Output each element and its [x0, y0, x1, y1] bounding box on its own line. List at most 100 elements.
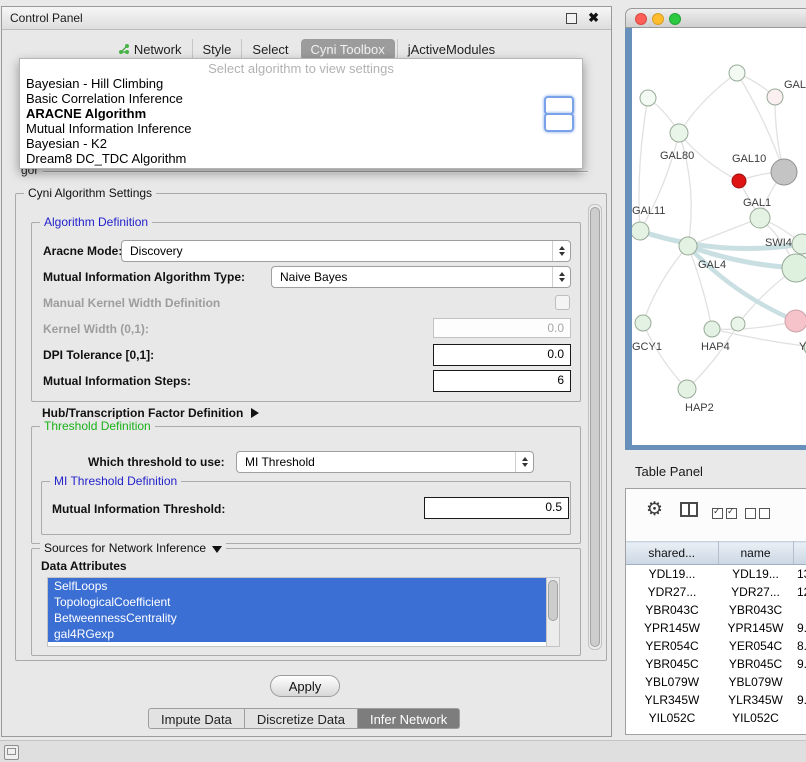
network-edge[interactable]: [688, 218, 760, 246]
network-node[interactable]: [678, 380, 696, 398]
tab-jactivemodules[interactable]: jActiveModules: [397, 39, 505, 60]
settings-scrollbar[interactable]: [588, 204, 602, 650]
table-row[interactable]: YBR045CYBR045C9.: [626, 655, 806, 673]
table-row[interactable]: YPR145WYPR145W9.: [626, 619, 806, 637]
network-edge[interactable]: [679, 73, 737, 133]
algorithm-dropdown-popup: Select algorithm to view settings Bayesi…: [19, 58, 583, 169]
table-cell: 9.: [793, 655, 806, 673]
dropdown-item[interactable]: Bayesian - Hill Climbing: [20, 76, 582, 91]
table-cell: YDR27...: [626, 583, 718, 601]
list-scrollbar[interactable]: [546, 578, 559, 646]
column-header-clipped[interactable]: [793, 542, 806, 565]
network-node[interactable]: [750, 208, 770, 228]
panel-title: Control Panel: [10, 7, 83, 29]
kernel-width-label: Kernel Width (0,1):: [43, 322, 149, 336]
panel-dock-icon[interactable]: [4, 745, 19, 760]
application-window: Control Panel ✖ Network Style Select Cyn…: [0, 0, 806, 762]
network-edge[interactable]: [688, 246, 796, 321]
network-node[interactable]: [632, 222, 649, 240]
tab-discretize-data[interactable]: Discretize Data: [245, 708, 358, 729]
threshold-definition-group: Threshold Definition Which threshold to …: [31, 426, 581, 544]
tab-cyni-toolbox[interactable]: Cyni Toolbox: [301, 39, 395, 60]
network-node-label: GAL11: [632, 205, 665, 217]
manual-kernel-checkbox[interactable]: [555, 295, 570, 310]
network-canvas[interactable]: GAL7GAL80GAL10GAL1GAL11SWI4GAL4GCY1HAP4H…: [632, 28, 806, 445]
select-all-icon[interactable]: [712, 506, 740, 524]
attribute-item-selected[interactable]: BetweennessCentrality: [48, 610, 547, 626]
network-node[interactable]: [729, 65, 745, 81]
close-traffic-light-icon[interactable]: [635, 13, 647, 25]
network-node[interactable]: [704, 321, 720, 337]
table-row[interactable]: YER054CYER054C8.: [626, 637, 806, 655]
float-window-icon[interactable]: [566, 13, 577, 24]
close-icon[interactable]: ✖: [588, 7, 599, 29]
network-graph: GAL7GAL80GAL10GAL1GAL11SWI4GAL4GCY1HAP4H…: [632, 28, 806, 445]
network-node[interactable]: [731, 317, 745, 331]
sources-group-title[interactable]: Sources for Network Inference: [40, 541, 226, 555]
which-threshold-select[interactable]: MI Threshold: [236, 451, 534, 473]
network-node[interactable]: [767, 89, 783, 105]
dropdown-item[interactable]: Bayesian - K2: [20, 136, 582, 151]
dropdown-item[interactable]: Dream8 DC_TDC Algorithm: [20, 151, 582, 166]
scrollbar-thumb[interactable]: [590, 207, 600, 647]
zoom-traffic-light-icon[interactable]: [669, 13, 681, 25]
data-attributes-list: SelfLoops TopologicalCoefficient Between…: [47, 577, 560, 647]
network-node[interactable]: [771, 159, 797, 185]
column-header-name[interactable]: name: [718, 542, 793, 565]
mi-type-select[interactable]: Naive Bayes: [271, 266, 571, 288]
network-edge[interactable]: [643, 323, 687, 389]
apply-button[interactable]: Apply: [270, 675, 340, 697]
node-attribute-table: shared... name YDL19...YDL19...13YDR27..…: [626, 541, 806, 727]
attribute-item-selected[interactable]: gal4RGexp: [48, 626, 547, 642]
dpi-tolerance-field[interactable]: 0.0: [433, 344, 571, 366]
dropdown-placeholder: Select algorithm to view settings: [20, 61, 582, 76]
network-window-titlebar[interactable]: [625, 8, 806, 28]
obscured-combo-stepper[interactable]: [544, 96, 574, 129]
kernel-width-field[interactable]: 0.0: [433, 318, 571, 338]
table-cell: [793, 709, 806, 727]
network-node[interactable]: [635, 315, 651, 331]
mi-steps-field[interactable]: 6: [433, 370, 571, 392]
gear-icon[interactable]: ⚙: [646, 498, 663, 521]
dropdown-item-selected[interactable]: ARACNE Algorithm: [20, 106, 582, 121]
table-row[interactable]: YBR043CYBR043C: [626, 601, 806, 619]
table-cell: YIL052C: [626, 709, 718, 727]
tab-impute-data[interactable]: Impute Data: [148, 708, 245, 729]
table-row[interactable]: YLR345WYLR345W9.: [626, 691, 806, 709]
table-row[interactable]: YDR27...YDR27...12: [626, 583, 806, 601]
mi-threshold-field[interactable]: 0.5: [424, 497, 569, 519]
obscured-group-border-fragment: [43, 171, 588, 172]
tab-infer-network[interactable]: Infer Network: [358, 708, 460, 729]
scrollbar-thumb[interactable]: [548, 580, 558, 621]
table-row[interactable]: YIL052CYIL052C: [626, 709, 806, 727]
network-node[interactable]: [670, 124, 688, 142]
network-node[interactable]: [782, 254, 806, 282]
deselect-all-icon[interactable]: [745, 506, 773, 524]
table-row[interactable]: YDL19...YDL19...13: [626, 565, 806, 584]
column-header-shared-name[interactable]: shared...: [626, 542, 718, 565]
tab-select[interactable]: Select: [241, 39, 298, 60]
network-edge[interactable]: [712, 321, 796, 329]
attribute-item-selected[interactable]: SelfLoops: [48, 578, 547, 594]
tab-style[interactable]: Style: [192, 39, 242, 60]
aracne-mode-select[interactable]: Discovery: [121, 240, 571, 262]
mi-threshold-label: Mutual Information Threshold:: [52, 502, 225, 516]
network-node[interactable]: [785, 310, 806, 332]
tab-network[interactable]: Network: [108, 39, 192, 60]
control-panel-titlebar[interactable]: Control Panel ✖: [2, 7, 611, 30]
network-node[interactable]: [679, 237, 697, 255]
attribute-item-selected[interactable]: TopologicalCoefficient: [48, 594, 547, 610]
network-edge[interactable]: [643, 246, 688, 323]
dropdown-item[interactable]: Mutual Information Inference: [20, 121, 582, 136]
column-chooser-icon[interactable]: [680, 502, 698, 517]
table-row[interactable]: YBL079WYBL079W: [626, 673, 806, 691]
network-node[interactable]: [732, 174, 746, 188]
dropdown-item[interactable]: Basic Correlation Inference: [20, 91, 582, 106]
stepper-down-icon: [544, 113, 574, 132]
hub-definition-toggle[interactable]: Hub/Transcription Factor Definition: [42, 404, 259, 420]
tab-label: jActiveModules: [408, 42, 495, 57]
collapsed-arrow-icon: [251, 408, 259, 418]
network-node[interactable]: [640, 90, 656, 106]
mi-steps-label: Mutual Information Steps:: [43, 374, 191, 388]
minimize-traffic-light-icon[interactable]: [652, 13, 664, 25]
